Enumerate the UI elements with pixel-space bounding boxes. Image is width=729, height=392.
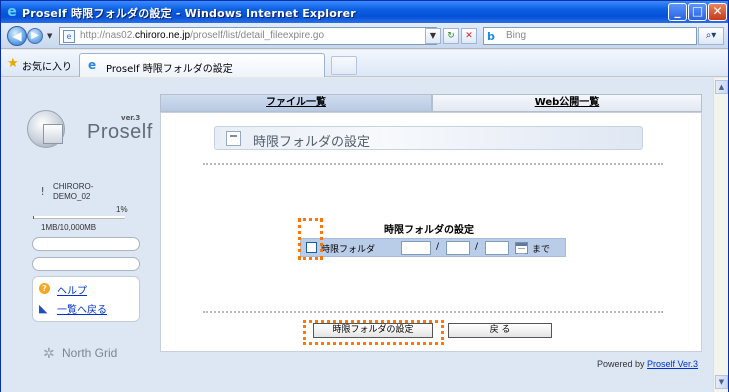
date-separator-2: / bbox=[475, 242, 479, 252]
ie-logo-icon: e bbox=[7, 4, 17, 20]
stop-button[interactable]: ✕ bbox=[461, 28, 477, 44]
proself-version-link[interactable]: Proself Ver.3 bbox=[647, 359, 698, 369]
tab-ie-icon: e bbox=[88, 58, 97, 72]
day-input[interactable] bbox=[485, 241, 509, 255]
highlight-checkbox bbox=[298, 218, 323, 260]
search-placeholder: Bing bbox=[506, 30, 527, 41]
quota-bar bbox=[33, 216, 125, 219]
search-box[interactable]: b Bing bbox=[483, 27, 697, 45]
favorites-bar: ★ お気に入り e Proself 時限フォルダの設定 bbox=[1, 50, 728, 77]
logo-text: Proself bbox=[87, 121, 153, 143]
year-input[interactable] bbox=[401, 241, 431, 255]
page-heading: 時限フォルダの設定 bbox=[214, 126, 643, 150]
sidebar-menu: ? ヘルプ ◣ 一覧へ戻る bbox=[32, 276, 140, 322]
search-button[interactable]: ⌕▾ bbox=[698, 27, 724, 45]
proself-server-icon bbox=[43, 124, 63, 144]
expire-folder-label: 時限フォルダ bbox=[321, 245, 376, 255]
powered-by: Powered by Proself Ver.3 bbox=[597, 359, 699, 369]
tab-web-publish-list[interactable]: Web公開一覧 bbox=[432, 94, 702, 112]
scroll-down-icon[interactable]: ▼ bbox=[715, 375, 728, 389]
main-content: 時限フォルダの設定 時限フォルダの設定 時限フォルダ / / まで 時限フォルダ… bbox=[160, 112, 702, 352]
sidebar-pill-2 bbox=[32, 257, 140, 271]
sidebar: ver.3 Proself ǃ CHIRORO- DEMO_02 1% 1MB/… bbox=[25, 90, 152, 362]
vertical-scrollbar[interactable]: ▲ ▼ bbox=[713, 78, 728, 392]
page-title: 時限フォルダの設定 bbox=[253, 135, 371, 150]
main-tabs: ファイル一覧 Web公開一覧 bbox=[160, 94, 702, 112]
minimize-button[interactable]: _ bbox=[668, 3, 687, 21]
tab-file-list[interactable]: ファイル一覧 bbox=[160, 94, 432, 112]
new-tab-button[interactable] bbox=[331, 56, 357, 75]
page-icon: e bbox=[63, 30, 75, 43]
form-title: 時限フォルダの設定 bbox=[384, 225, 474, 236]
browser-tab-label: Proself 時限フォルダの設定 bbox=[106, 64, 233, 75]
browser-window: e Proself 時限フォルダの設定 - Windows Internet E… bbox=[0, 0, 729, 392]
window-title: Proself 時限フォルダの設定 - Windows Internet Exp… bbox=[22, 7, 356, 20]
quota-percent: 1% bbox=[116, 205, 128, 214]
highlight-submit-button bbox=[303, 320, 444, 345]
bing-icon: b bbox=[487, 30, 495, 43]
browser-tab-active[interactable]: e Proself 時限フォルダの設定 bbox=[79, 53, 325, 77]
close-button[interactable]: ✕ bbox=[708, 3, 727, 21]
scroll-up-icon[interactable]: ▲ bbox=[715, 80, 728, 94]
divider-top bbox=[203, 163, 663, 165]
user-icon: ǃ bbox=[41, 185, 45, 198]
expire-folder-row: 時限フォルダ / / まで bbox=[300, 238, 566, 257]
help-link[interactable]: ヘルプ bbox=[57, 282, 87, 297]
quota-usage: 1MB/10,000MB bbox=[41, 223, 97, 232]
calendar-icon[interactable] bbox=[515, 242, 528, 254]
month-input[interactable] bbox=[446, 241, 470, 255]
history-dropdown-icon[interactable]: ▼ bbox=[47, 32, 52, 40]
address-toolbar: ◀ ▶ ▼ e http://nas02.chiroro.ne.jp/prose… bbox=[1, 23, 728, 49]
back-arrow-icon: ◣ bbox=[39, 302, 48, 315]
title-bar: e Proself 時限フォルダの設定 - Windows Internet E… bbox=[1, 1, 728, 23]
north-grid-logo-icon: ✲ bbox=[43, 346, 55, 362]
address-url[interactable]: http://nas02.chiroro.ne.jp/proself/list/… bbox=[80, 30, 324, 41]
until-label: まで bbox=[532, 245, 551, 255]
forward-button[interactable]: ▶ bbox=[27, 28, 43, 44]
back-button[interactable]: ◀ bbox=[7, 26, 27, 46]
address-bar[interactable]: e http://nas02.chiroro.ne.jp/proself/lis… bbox=[59, 27, 437, 45]
date-separator-1: / bbox=[436, 242, 440, 252]
address-dropdown-button[interactable]: ▼ bbox=[425, 28, 441, 44]
vendor-name: North Grid bbox=[62, 346, 118, 360]
settings-page-icon bbox=[226, 131, 241, 146]
favorites-label[interactable]: お気に入り bbox=[22, 58, 72, 73]
back-to-list-link[interactable]: 一覧へ戻る bbox=[57, 301, 107, 316]
favorites-star-icon[interactable]: ★ bbox=[7, 56, 19, 71]
divider-bottom bbox=[203, 311, 663, 313]
user-name: CHIRORO- DEMO_02 bbox=[53, 182, 94, 201]
maximize-button[interactable]: □ bbox=[688, 3, 707, 21]
sidebar-pill-1 bbox=[32, 237, 140, 251]
back-button-form[interactable]: 戻 る bbox=[448, 323, 552, 338]
refresh-button[interactable]: ↻ bbox=[443, 28, 459, 44]
help-icon: ? bbox=[39, 283, 50, 294]
quota-fill bbox=[33, 216, 34, 219]
